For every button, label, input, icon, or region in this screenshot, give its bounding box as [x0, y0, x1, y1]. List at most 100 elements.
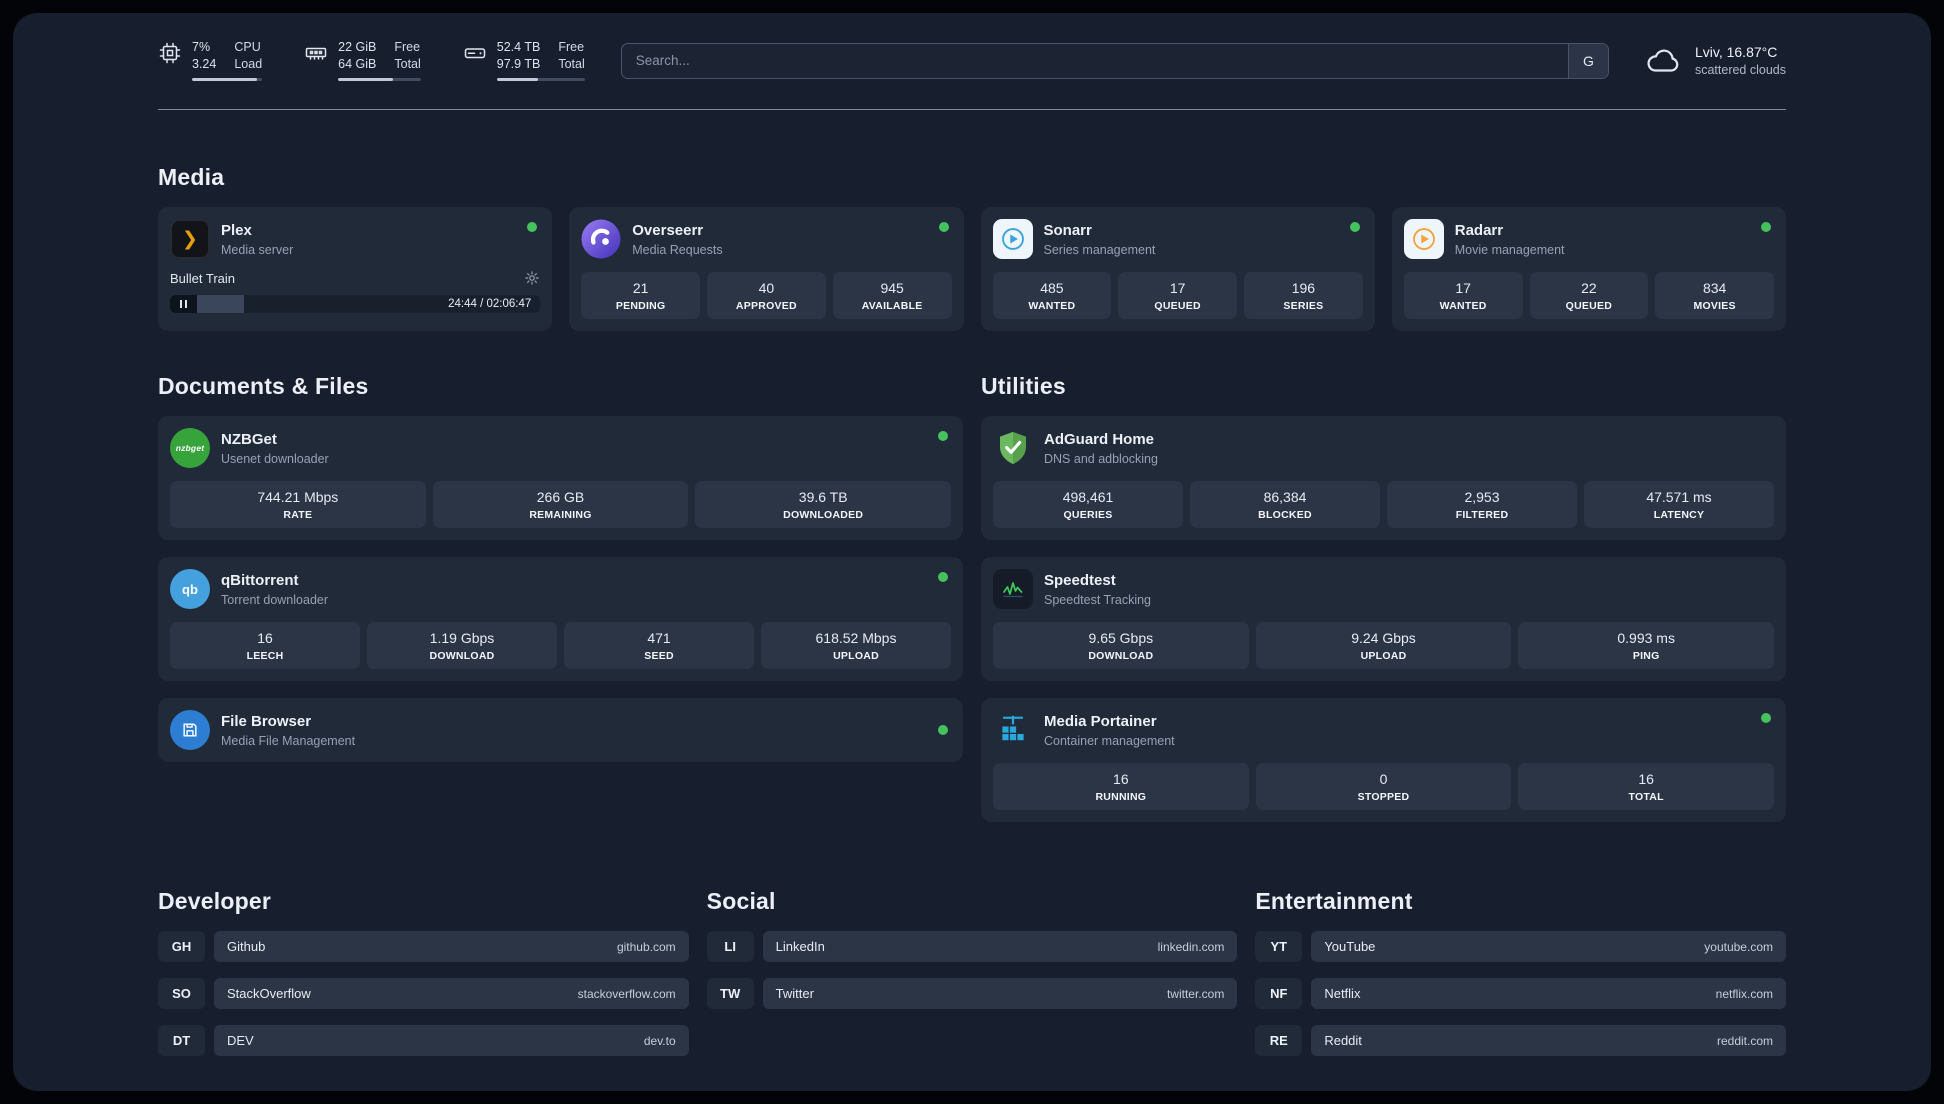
section-documents: Documents & Files nzbget NZBGet Usenet d…	[158, 373, 963, 822]
link-pill: Reddit reddit.com	[1311, 1025, 1786, 1056]
link-row-twitter[interactable]: TW Twitter twitter.com	[706, 978, 1238, 1009]
weather-condition: scattered clouds	[1694, 63, 1786, 77]
stat-tile: 9.24 Gbps UPLOAD	[1255, 622, 1512, 669]
section-entertainment: Entertainment YT YouTube youtube.com NF …	[1255, 888, 1786, 1056]
link-row-netflix[interactable]: NF Netflix netflix.com	[1255, 978, 1786, 1009]
app-title: qBittorrent	[221, 571, 299, 589]
app-subtitle: Movie management	[1454, 242, 1565, 257]
app-card-qbittorrent[interactable]: qb qBittorrent Torrent downloader 16 LEE…	[158, 557, 963, 681]
status-dot	[938, 222, 949, 232]
section-heading-media: Media	[158, 164, 225, 190]
app-subtitle: Speedtest Tracking	[1044, 592, 1152, 607]
filebrowser-icon	[170, 710, 210, 750]
stat-tile: 16 LEECH	[170, 622, 360, 669]
stat-tile: 498,461 QUERIES	[993, 481, 1183, 528]
weather-widget: Lviv, 16.87°C scattered clouds	[1645, 41, 1786, 80]
status-dot	[938, 431, 948, 441]
stat-tile: 471 SEED	[564, 622, 754, 669]
app-card-plex[interactable]: ❯ Plex Media server Bullet Train 24:44 /…	[158, 207, 553, 331]
stat-tile: 17 WANTED	[1403, 272, 1523, 319]
playback-time: 24:44 / 02:06:47	[448, 298, 532, 310]
link-pill: LinkedIn linkedin.com	[762, 931, 1238, 962]
link-abbr: LI	[706, 931, 754, 962]
app-card-speedtest[interactable]: Speedtest Speedtest Tracking 9.65 Gbps D…	[981, 557, 1786, 681]
portainer-icon	[993, 710, 1033, 750]
app-card-sonarr[interactable]: Sonarr Series management 485 WANTED 17 Q…	[980, 207, 1375, 331]
section-heading-social: Social	[706, 888, 776, 914]
cpu-usage-bar	[192, 78, 263, 81]
ram-usage-bar	[338, 78, 421, 81]
stat-tile: 17 QUEUED	[1118, 272, 1237, 319]
app-card-overseerr[interactable]: Overseerr Media Requests 21 PENDING 40 A…	[569, 207, 964, 331]
qbittorrent-icon: qb	[170, 569, 210, 609]
link-pill: Netflix netflix.com	[1311, 978, 1786, 1009]
app-card-filebrowser[interactable]: File Browser Media File Management	[158, 698, 963, 762]
stat-tile: 744.21 Mbps RATE	[170, 481, 426, 528]
link-abbr: GH	[158, 931, 205, 962]
stat-tile: 485 WANTED	[992, 272, 1112, 319]
link-row-dev[interactable]: DT DEV dev.to	[158, 1025, 689, 1056]
system-metrics: 7% 3.24 CPU Load 22 GiB 64 GiB Free Tota…	[158, 40, 585, 81]
app-card-radarr[interactable]: Radarr Movie management 17 WANTED 22 QUE…	[1391, 207, 1786, 331]
cpu-percent: 7%	[192, 40, 211, 54]
stat-tile: 47.571 ms LATENCY	[1584, 481, 1774, 528]
section-heading-utilities: Utilities	[981, 373, 1066, 399]
app-title: AdGuard Home	[1044, 430, 1155, 448]
stat-tile: 945 AVAILABLE	[832, 272, 952, 319]
status-dot	[938, 572, 948, 582]
link-row-stackoverflow[interactable]: SO StackOverflow stackoverflow.com	[158, 978, 689, 1009]
disk-free-value: 52.4 TB	[496, 40, 541, 54]
link-row-youtube[interactable]: YT YouTube youtube.com	[1255, 931, 1786, 962]
cpu-widget: 7% 3.24 CPU Load	[158, 40, 263, 81]
disk-free-label: Free	[558, 40, 585, 54]
app-subtitle: Media server	[221, 242, 294, 257]
stat-tile: 86,384 BLOCKED	[1190, 481, 1380, 528]
app-title: Sonarr	[1043, 221, 1092, 239]
dashboard-page: 7% 3.24 CPU Load 22 GiB 64 GiB Free Tota…	[13, 13, 1931, 1091]
stat-tile: 618.52 Mbps UPLOAD	[761, 622, 951, 669]
nzbget-icon: nzbget	[170, 428, 210, 468]
stat-tile: 40 APPROVED	[707, 272, 826, 319]
link-row-github[interactable]: GH Github github.com	[158, 931, 689, 962]
disk-usage-bar	[496, 78, 585, 81]
search-bar: G	[620, 42, 1609, 79]
stat-tile: 21 PENDING	[581, 272, 700, 319]
ram-icon	[304, 41, 328, 65]
section-utilities: Utilities AdGuard Home DNS and adblockin…	[981, 373, 1786, 822]
app-subtitle: Usenet downloader	[221, 451, 329, 466]
status-dot	[938, 725, 948, 735]
search-engine-button[interactable]: G	[1567, 43, 1608, 78]
stat-tile: 39.6 TB DOWNLOADED	[695, 481, 952, 528]
link-pill: DEV dev.to	[214, 1025, 689, 1056]
stat-tile: 22 QUEUED	[1529, 272, 1649, 319]
app-card-nzbget[interactable]: nzbget NZBGet Usenet downloader 744.21 M…	[158, 416, 963, 540]
search-input[interactable]	[620, 42, 1609, 79]
ram-free-value: 22 GiB	[338, 40, 377, 54]
app-card-portainer[interactable]: Media Portainer Container management 16 …	[981, 698, 1786, 822]
gear-icon[interactable]	[524, 270, 540, 286]
link-abbr: RE	[1255, 1025, 1303, 1056]
link-pill: Github github.com	[214, 931, 689, 962]
plex-icon: ❯	[170, 219, 210, 259]
app-title: Overseerr	[632, 221, 704, 239]
link-pill: Twitter twitter.com	[762, 978, 1238, 1009]
link-abbr: YT	[1255, 931, 1303, 962]
section-developer: Developer GH Github github.com SO StackO…	[158, 888, 689, 1056]
ram-free-label: Free	[394, 40, 421, 54]
cpu-load-label: Load	[234, 57, 263, 71]
stat-tile: 0.993 ms PING	[1518, 622, 1775, 669]
app-card-adguard[interactable]: AdGuard Home DNS and adblocking 498,461 …	[981, 416, 1786, 540]
playback-bar[interactable]: 24:44 / 02:06:47	[170, 295, 541, 313]
overseerr-icon	[581, 219, 621, 259]
pause-button[interactable]	[170, 295, 197, 313]
link-row-reddit[interactable]: RE Reddit reddit.com	[1255, 1025, 1786, 1056]
speedtest-icon	[993, 569, 1033, 609]
link-abbr: NF	[1255, 978, 1303, 1009]
memory-widget: 22 GiB 64 GiB Free Total	[304, 40, 421, 81]
link-row-linkedin[interactable]: LI LinkedIn linkedin.com	[706, 931, 1238, 962]
disk-icon	[463, 41, 487, 65]
stat-tile: 16 TOTAL	[1518, 763, 1775, 810]
cpu-label: CPU	[234, 40, 261, 54]
status-dot	[1761, 222, 1771, 232]
stat-tile: 1.19 Gbps DOWNLOAD	[367, 622, 557, 669]
